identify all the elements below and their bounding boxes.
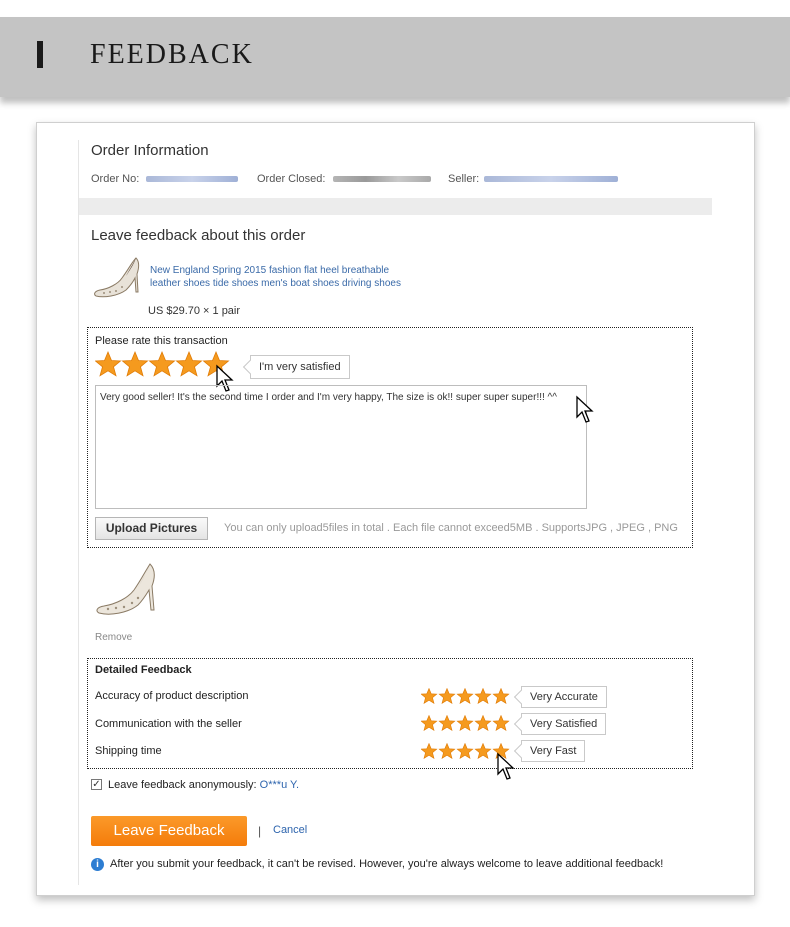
anonymous-checkbox[interactable]: ✓ (91, 779, 102, 790)
action-separator: | (258, 824, 262, 838)
feedback-comment-textarea[interactable]: Very good seller! It's the second time I… (95, 385, 587, 509)
order-no-label: Order No: (91, 173, 140, 185)
detailed-feedback-heading: Detailed Feedback (95, 664, 192, 676)
leave-feedback-heading: Leave feedback about this order (91, 227, 306, 244)
info-icon: i (91, 858, 104, 871)
anonymous-row: Leave feedback anonymously: O***u Y. (108, 779, 299, 791)
detail-row-label: Shipping time (95, 745, 162, 757)
star-rating-icon[interactable] (95, 350, 233, 378)
order-closed-value-redacted (332, 176, 431, 183)
order-closed-row: Order Closed: (257, 173, 431, 185)
product-thumbnail[interactable] (92, 256, 142, 298)
rate-label: Please rate this transaction (95, 335, 228, 347)
detail-row-label: Accuracy of product description (95, 690, 249, 702)
order-info-heading: Order Information (91, 142, 209, 159)
accuracy-tooltip: Very Accurate (521, 686, 607, 708)
upload-pictures-button[interactable]: Upload Pictures (95, 517, 208, 540)
order-no-row: Order No: (91, 173, 239, 185)
mouse-cursor-icon (576, 395, 594, 423)
submit-notice: After you submit your feedback, it can't… (110, 858, 664, 870)
anonymous-label: Leave feedback anonymously: (108, 779, 257, 791)
uploaded-picture-thumbnail[interactable] (94, 562, 158, 616)
detail-row-label: Communication with the seller (95, 718, 242, 730)
anonymous-name: O***u Y. (259, 779, 300, 791)
product-title-link[interactable]: New England Spring 2015 fashion flat hee… (150, 264, 401, 290)
seller-row: Seller: (448, 173, 619, 185)
shipping-tooltip: Very Fast (521, 740, 586, 762)
communication-tooltip: Very Satisfied (521, 713, 607, 735)
order-closed-label: Order Closed: (257, 173, 326, 185)
product-title-line2[interactable]: leather shoes tide shoes men's boat shoe… (150, 277, 401, 290)
rating-stars[interactable] (95, 350, 233, 383)
product-price: US $29.70 × 1 pair (148, 305, 241, 317)
page-title: FEEDBACK (90, 39, 254, 70)
seller-label: Seller: (448, 173, 480, 185)
leave-feedback-button[interactable]: Leave Feedback (91, 816, 247, 846)
remove-picture-link[interactable]: Remove (95, 632, 132, 643)
banner-bar-decoration (37, 41, 43, 68)
header-banner: FEEDBACK (0, 17, 790, 97)
cancel-link[interactable]: Cancel (273, 824, 307, 836)
seller-value-redacted[interactable] (484, 176, 619, 183)
product-title-line1[interactable]: New England Spring 2015 fashion flat hee… (150, 264, 401, 277)
rating-tooltip: I'm very satisfied (250, 355, 350, 379)
communication-star-rating-icon[interactable] (421, 715, 511, 732)
mouse-cursor-icon (497, 752, 515, 780)
order-no-value-redacted (146, 176, 239, 183)
section-separator (79, 198, 712, 215)
accuracy-star-rating-icon[interactable] (421, 688, 511, 705)
upload-hint: You can only upload5files in total . Eac… (224, 522, 678, 534)
divider-line (78, 140, 79, 885)
